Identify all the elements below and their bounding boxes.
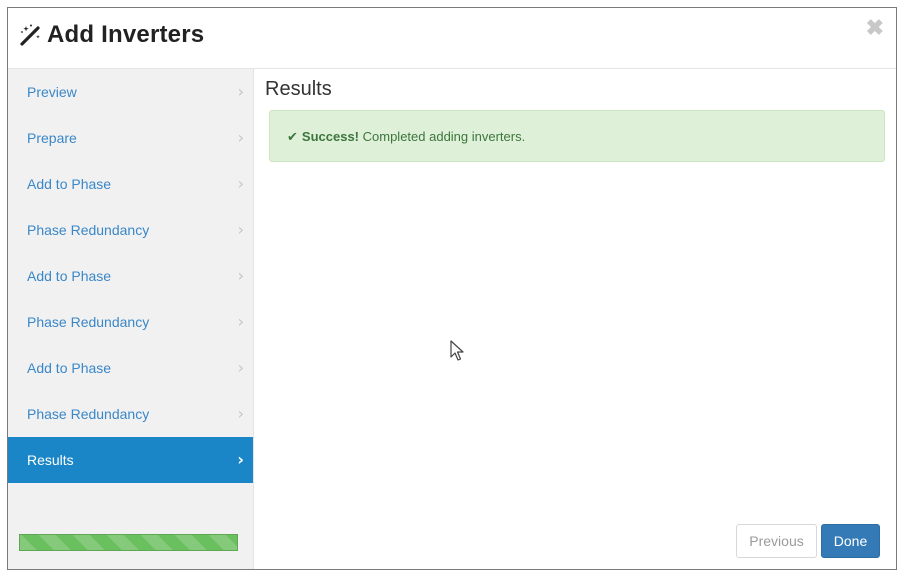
dialog-title: Add Inverters [47,21,205,48]
page-title: Results [265,78,332,100]
main-panel: Results ✔ Success! Completed adding inver… [254,69,896,569]
chevron-right-icon: › [237,312,244,331]
sidebar-item-label: Phase Redundancy [27,406,150,422]
previous-button[interactable]: Previous [736,524,817,558]
sidebar-item-prepare[interactable]: Prepare › [8,115,253,161]
mouse-pointer-icon [450,340,464,361]
sidebar-item-label: Prepare [27,130,77,146]
alert-message: Completed adding inverters. [362,129,526,144]
alert-content: ✔ Success! Completed adding inverters. [287,129,525,145]
sidebar-item-phase-redundancy[interactable]: Phase Redundancy › [8,207,253,253]
alert-strong-text: Success! [301,129,359,144]
progress-bar [19,534,238,551]
wizard-sidebar: Preview › Prepare › Add to Phase › Phase Redun… [8,69,254,569]
chevron-right-icon: › [237,82,244,101]
close-icon[interactable]: ✖ [866,17,884,39]
sidebar-item-label: Phase Redundancy [27,222,150,238]
sidebar-item-label: Phase Redundancy [27,314,150,330]
chevron-right-icon: › [237,358,244,377]
chevron-right-icon: › [237,404,244,423]
sidebar-item-label: Add to Phase [27,360,112,376]
chevron-right-icon: › [237,266,244,285]
sidebar-item-phase-redundancy[interactable]: Phase Redundancy › [8,299,253,345]
magic-wand-icon [20,24,40,46]
sidebar-item-add-to-phase[interactable]: Add to Phase › [8,253,253,299]
wizard-step-list: Preview › Prepare › Add to Phase › Phase Redun… [8,69,253,483]
chevron-right-icon: › [237,450,244,469]
success-alert: ✔ Success! Completed adding inverters. [269,110,885,162]
chevron-right-icon: › [237,174,244,193]
chevron-right-icon: › [237,220,244,239]
sidebar-item-label: Preview [27,84,77,100]
done-button[interactable]: Done [821,524,880,558]
sidebar-item-add-to-phase[interactable]: Add to Phase › [8,345,253,391]
checkmark-icon: ✔ [287,130,298,145]
sidebar-item-label: Results [27,452,74,468]
add-inverters-dialog: Add Inverters ✖ Preview › Prepare › Add to P… [7,7,897,570]
sidebar-item-preview[interactable]: Preview › [8,69,253,115]
sidebar-item-label: Add to Phase [27,268,112,284]
sidebar-item-results[interactable]: Results › [8,437,253,483]
dialog-header: Add Inverters ✖ [8,8,896,69]
sidebar-item-phase-redundancy[interactable]: Phase Redundancy › [8,391,253,437]
sidebar-item-add-to-phase[interactable]: Add to Phase › [8,161,253,207]
sidebar-item-label: Add to Phase [27,176,112,192]
chevron-right-icon: › [237,128,244,147]
